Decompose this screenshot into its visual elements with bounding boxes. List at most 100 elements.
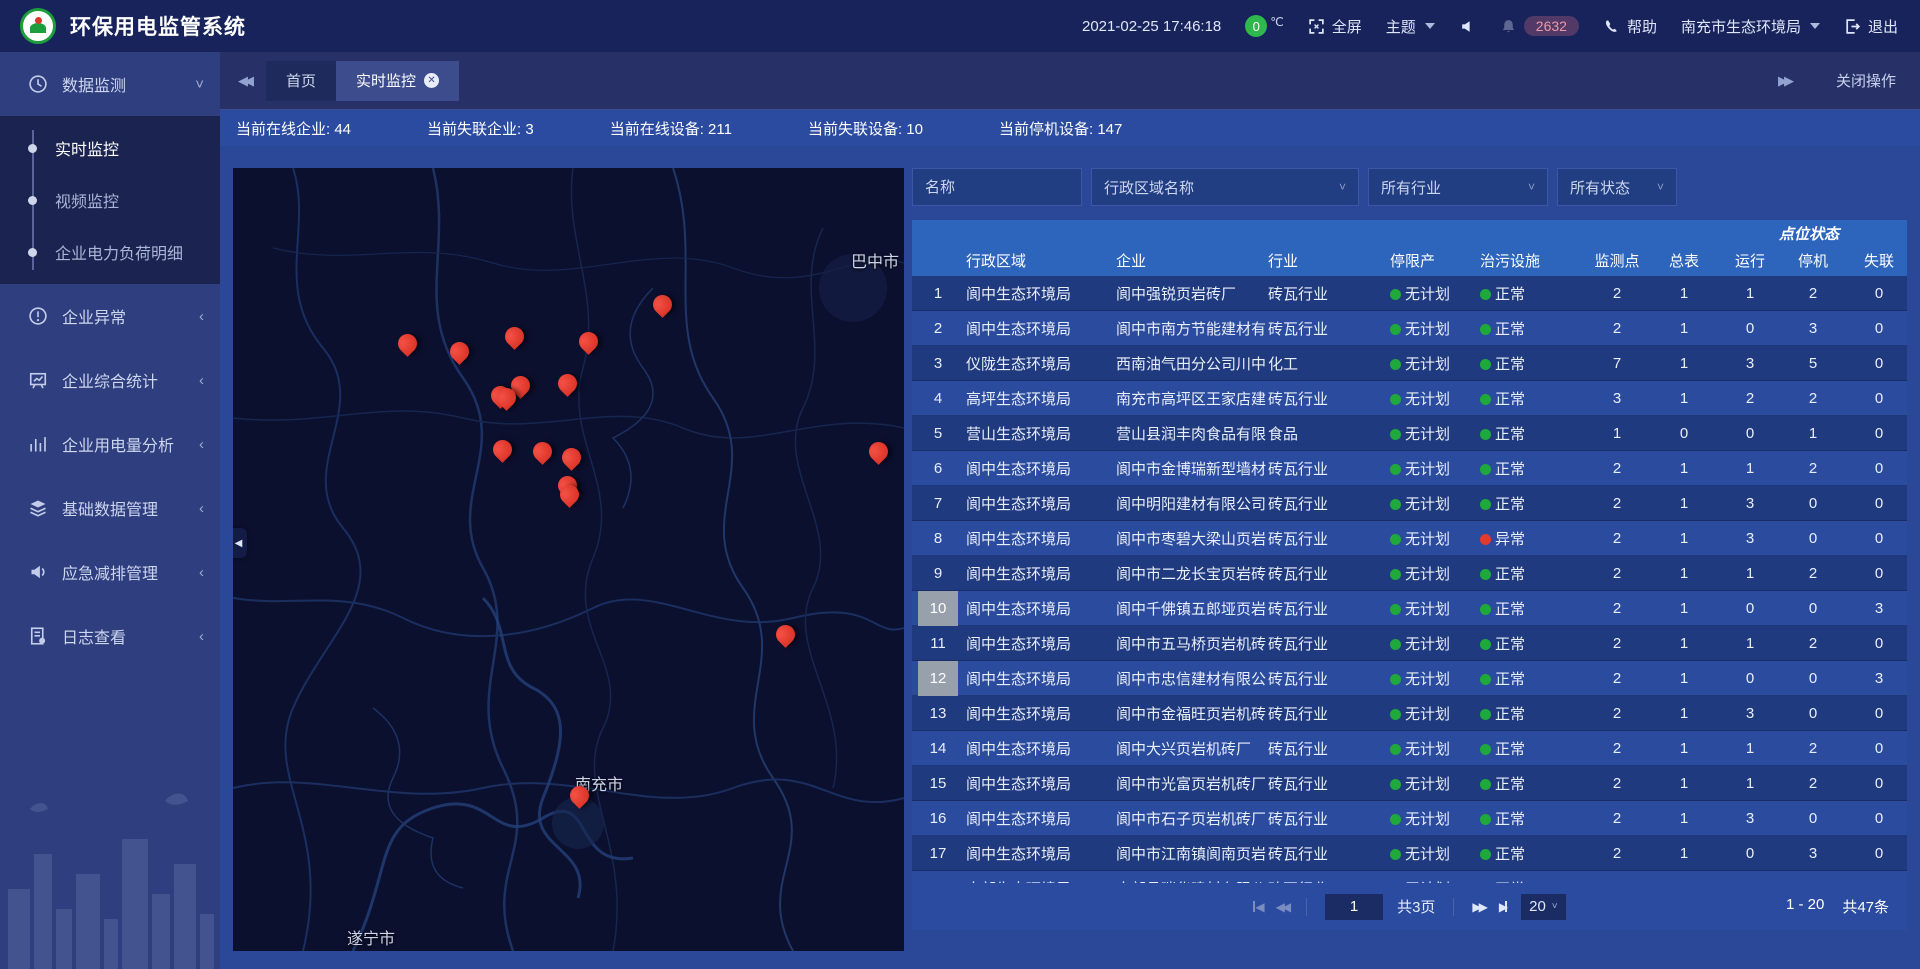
logout-button[interactable]: 退出: [1844, 16, 1898, 37]
status-select[interactable]: 所有状态 ˅: [1557, 168, 1677, 206]
table-row[interactable]: 4高坪生态环境局南充市高坪区王家店建砖瓦行业无计划正常31220: [912, 381, 1907, 416]
log-view-icon: [28, 626, 48, 646]
tab-0[interactable]: 首页: [266, 61, 336, 101]
sidebar-group-1[interactable]: 企业异常‹: [0, 284, 220, 348]
cell-region: 阆中生态环境局: [964, 703, 1114, 724]
cell-facility-status: 正常: [1478, 283, 1584, 304]
cell-monitor-points: 2: [1584, 775, 1650, 792]
map-panel[interactable]: 巴中市南充市遂宁市 ◀: [233, 168, 904, 951]
cell-facility-status: 正常: [1478, 493, 1584, 514]
cell-stopped: 0: [1782, 495, 1844, 512]
page-number-input[interactable]: 1: [1325, 894, 1383, 920]
cell-limit-status: 无计划: [1388, 353, 1478, 374]
cell-limit-status: 无计划: [1388, 668, 1478, 689]
power-analysis-icon: [28, 434, 48, 454]
table-row[interactable]: 6阆中生态环境局阆中市金博瑞新型墙材砖瓦行业无计划正常21120: [912, 451, 1907, 486]
cell-company: 南充市高坪区王家店建: [1114, 388, 1266, 409]
cell-company: 阆中市光富页岩机砖厂: [1114, 773, 1266, 794]
cell-stopped: 0: [1782, 810, 1844, 827]
cell-company: 阆中市二龙长宝页岩砖: [1114, 563, 1266, 584]
cell-company: 营山县润丰肉食品有限: [1114, 423, 1266, 444]
table-row[interactable]: 18南部生态环境局南部县瑞华建材有限公砖瓦行业无计划正常60060: [912, 871, 1907, 883]
tabs-scroll-right-button[interactable]: ▶▶: [1778, 73, 1790, 89]
sidebar-group-label: 数据监测: [62, 72, 126, 96]
next-page-button[interactable]: ▶▶: [1472, 900, 1484, 914]
cell-limit-status: 无计划: [1388, 563, 1478, 584]
table-row[interactable]: 13阆中生态环境局阆中市金福旺页岩机砖砖瓦行业无计划正常21300: [912, 696, 1907, 731]
sidebar-collapse-handle[interactable]: ◀: [233, 528, 247, 558]
notifications[interactable]: 2632: [1500, 16, 1579, 36]
enterprise-table: 点位状态 行政区域企业行业停限产治污设施监测点总表运行停机失联 1阆中生态环境局…: [912, 220, 1907, 883]
status-dot-icon: [1390, 639, 1401, 650]
help-button[interactable]: 帮助: [1603, 16, 1657, 37]
table-row[interactable]: 17阆中生态环境局阆中市江南镇阆南页岩砖瓦行业无计划正常21030: [912, 836, 1907, 871]
cell-industry: 砖瓦行业: [1266, 668, 1388, 689]
cell-company: 阆中市金博瑞新型墙材: [1114, 458, 1266, 479]
sidebar-item[interactable]: 企业电力负荷明细: [0, 226, 220, 278]
cell-total-meters: 1: [1650, 705, 1718, 722]
sidebar-group-3[interactable]: 企业用电量分析‹: [0, 412, 220, 476]
sidebar-item[interactable]: 视频监控: [0, 174, 220, 226]
table-row[interactable]: 9阆中生态环境局阆中市二龙长宝页岩砖砖瓦行业无计划正常21120: [912, 556, 1907, 591]
sidebar-item-label: 实时监控: [55, 136, 119, 160]
sidebar-item[interactable]: 实时监控: [0, 122, 220, 174]
table-body: 1阆中生态环境局阆中强锐页岩砖厂砖瓦行业无计划正常211202阆中生态环境局阆中…: [912, 276, 1907, 883]
sidebar-group-label: 应急减排管理: [62, 560, 158, 584]
sound-button[interactable]: [1459, 18, 1476, 35]
table-row[interactable]: 10阆中生态环境局阆中千佛镇五郎垭页岩砖瓦行业无计划正常21003: [912, 591, 1907, 626]
cell-stopped: 2: [1782, 565, 1844, 582]
prev-page-button[interactable]: ◀◀: [1276, 900, 1288, 914]
cell-monitor-points: 2: [1584, 810, 1650, 827]
table-row[interactable]: 1阆中生态环境局阆中强锐页岩砖厂砖瓦行业无计划正常21120: [912, 276, 1907, 311]
table-row[interactable]: 5营山生态环境局营山县润丰肉食品有限食品无计划正常10010: [912, 416, 1907, 451]
status-dot-icon: [1480, 289, 1491, 300]
total-rows-label: 共47条: [1842, 896, 1889, 917]
page-size-select[interactable]: 20 ˅: [1521, 894, 1566, 920]
tabs-scroll-left-button[interactable]: ◀◀: [238, 73, 250, 89]
cell-row-number: 16: [912, 801, 964, 836]
table-row[interactable]: 8阆中生态环境局阆中市枣碧大梁山页岩砖瓦行业无计划异常21300: [912, 521, 1907, 556]
table-row[interactable]: 3仪陇生态环境局西南油气田分公司川中化工无计划正常71350: [912, 346, 1907, 381]
table-row[interactable]: 15阆中生态环境局阆中市光富页岩机砖厂砖瓦行业无计划正常21120: [912, 766, 1907, 801]
status-dot-icon: [1480, 499, 1491, 510]
cell-limit-status: 无计划: [1388, 423, 1478, 444]
chevron-collapsed-icon: ‹: [199, 308, 204, 325]
cell-region: 阆中生态环境局: [964, 318, 1114, 339]
table-row[interactable]: 7阆中生态环境局阆中明阳建材有限公司砖瓦行业无计划正常21300: [912, 486, 1907, 521]
notification-count-badge: 2632: [1524, 16, 1579, 36]
cell-region: 阆中生态环境局: [964, 738, 1114, 759]
cell-row-number: 7: [912, 486, 964, 521]
fullscreen-button[interactable]: 全屏: [1308, 16, 1362, 37]
close-operations-button[interactable]: 关闭操作: [1836, 70, 1896, 91]
table-row[interactable]: 16阆中生态环境局阆中市石子页岩机砖厂砖瓦行业无计划正常21300: [912, 801, 1907, 836]
cell-industry: 砖瓦行业: [1266, 598, 1388, 619]
table-row[interactable]: 14阆中生态环境局阆中大兴页岩机砖厂砖瓦行业无计划正常21120: [912, 731, 1907, 766]
cell-running: 1: [1718, 460, 1782, 477]
org-dropdown[interactable]: 南充市生态环境局: [1681, 16, 1820, 37]
cell-monitor-points: 2: [1584, 740, 1650, 757]
table-row[interactable]: 12阆中生态环境局阆中市忠信建材有限公砖瓦行业无计划正常21003: [912, 661, 1907, 696]
cell-total-meters: 1: [1650, 320, 1718, 337]
table-row[interactable]: 2阆中生态环境局阆中市南方节能建材有砖瓦行业无计划正常21030: [912, 311, 1907, 346]
sidebar-group-6[interactable]: 日志查看‹: [0, 604, 220, 668]
last-page-button[interactable]: ▶: [1499, 900, 1507, 914]
region-select[interactable]: 行政区域名称 ˅: [1091, 168, 1359, 206]
chevron-collapsed-icon: ‹: [199, 628, 204, 645]
sidebar-group-4[interactable]: 基础数据管理‹: [0, 476, 220, 540]
sidebar-group-0[interactable]: 数据监测˅: [0, 52, 220, 116]
sidebar-group-2[interactable]: 企业综合统计‹: [0, 348, 220, 412]
cell-total-meters: 1: [1650, 390, 1718, 407]
theme-dropdown[interactable]: 主题: [1386, 16, 1435, 37]
sidebar-group-5[interactable]: 应急减排管理‹: [0, 540, 220, 604]
tab-1[interactable]: 实时监控✕: [336, 61, 459, 101]
close-icon[interactable]: ✕: [424, 73, 439, 88]
table-row[interactable]: 11阆中生态环境局阆中市五马桥页岩机砖砖瓦行业无计划正常21120: [912, 626, 1907, 661]
first-page-button[interactable]: ◀: [1253, 900, 1261, 914]
cell-limit-status: 无计划: [1388, 738, 1478, 759]
name-search-input[interactable]: [912, 168, 1082, 206]
status-dot-icon: [1390, 289, 1401, 300]
cell-limit-status: 无计划: [1388, 598, 1478, 619]
cell-limit-status: 无计划: [1388, 283, 1478, 304]
industry-select[interactable]: 所有行业 ˅: [1368, 168, 1548, 206]
stat-item: 当前在线企业: 44: [236, 118, 351, 139]
